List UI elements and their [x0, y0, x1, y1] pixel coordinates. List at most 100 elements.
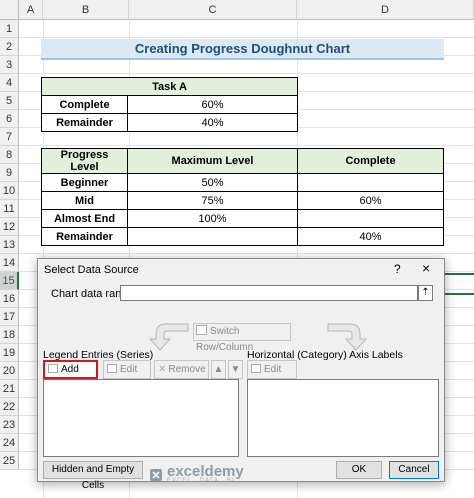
- row-header[interactable]: 8: [0, 146, 19, 164]
- table-row: Almost End 100%: [41, 209, 444, 228]
- axis-edit-label: Edit: [264, 364, 282, 375]
- watermark-tagline: EXCEL · DATA · BI: [167, 478, 235, 484]
- table-row: Beginner 50%: [41, 173, 444, 192]
- gridline: [19, 253, 474, 254]
- row-header[interactable]: 2: [0, 38, 19, 56]
- legend-toolbar: Add Edit ✕ Remove ▲ ▼: [43, 360, 243, 379]
- sheet-title: Creating Progress Doughnut Chart: [41, 39, 444, 60]
- collapse-dialog-button[interactable]: ⇡: [418, 285, 433, 301]
- progress-max[interactable]: 50%: [127, 173, 298, 192]
- row-header[interactable]: 18: [0, 326, 19, 344]
- progress-header-level[interactable]: Progress Level: [41, 148, 128, 174]
- gridline: [19, 73, 474, 74]
- watermark: exceldemy EXCEL · DATA · BI: [149, 463, 244, 485]
- row-header[interactable]: 12: [0, 218, 19, 236]
- progress-complete[interactable]: 40%: [297, 227, 444, 246]
- progress-label[interactable]: Beginner: [41, 173, 128, 192]
- ok-button[interactable]: OK: [336, 461, 382, 479]
- switch-row-column-button[interactable]: Switch Row/Column: [193, 323, 291, 353]
- edit-label: Edit: [120, 364, 138, 375]
- row-header[interactable]: 13: [0, 236, 19, 254]
- hidden-empty-cells-button[interactable]: Hidden and Empty Cells: [43, 461, 143, 491]
- move-up-icon: ▲: [213, 364, 224, 375]
- remove-icon: ✕: [158, 364, 167, 375]
- row-header[interactable]: 4: [0, 74, 19, 92]
- chart-border-line: [445, 273, 474, 275]
- column-header-c[interactable]: C: [129, 0, 297, 20]
- gridline: [19, 37, 474, 38]
- progress-label[interactable]: Remainder: [41, 227, 128, 246]
- task-label-remainder[interactable]: Remainder: [41, 113, 128, 132]
- add-label: Add: [61, 364, 79, 375]
- move-down-button[interactable]: ▼: [228, 360, 243, 379]
- row-header[interactable]: 1: [0, 20, 19, 38]
- progress-max[interactable]: [127, 227, 298, 246]
- row-header[interactable]: 16: [0, 290, 19, 308]
- row-header[interactable]: 24: [0, 434, 19, 452]
- edit-axis-button[interactable]: Edit: [247, 360, 297, 379]
- table-row: Complete 60%: [41, 95, 298, 114]
- select-data-source-dialog: Select Data Source ? × Chart data range:…: [37, 258, 445, 491]
- progress-header-max[interactable]: Maximum Level: [127, 148, 298, 174]
- remove-label: Remove: [168, 364, 206, 375]
- progress-header-complete[interactable]: Complete: [297, 148, 444, 174]
- row-header[interactable]: 6: [0, 110, 19, 128]
- row-header[interactable]: 7: [0, 128, 19, 146]
- row-header[interactable]: 22: [0, 398, 19, 416]
- row-header[interactable]: 5: [0, 92, 19, 110]
- row-header[interactable]: 19: [0, 344, 19, 362]
- add-series-button[interactable]: Add: [43, 360, 98, 379]
- select-all-corner[interactable]: [0, 0, 19, 20]
- collapse-icon: ⇡: [421, 287, 430, 298]
- progress-label[interactable]: Mid: [41, 191, 128, 210]
- chart-border-line: [445, 293, 474, 295]
- row-header[interactable]: 9: [0, 164, 19, 182]
- progress-max[interactable]: 75%: [127, 191, 298, 210]
- progress-label[interactable]: Almost End: [41, 209, 128, 228]
- task-label-complete[interactable]: Complete: [41, 95, 128, 114]
- progress-complete[interactable]: [297, 173, 444, 192]
- progress-table: Progress Level Maximum Level Complete Be…: [41, 148, 444, 246]
- edit-icon: [107, 364, 117, 373]
- task-table-header[interactable]: Task A: [41, 77, 298, 96]
- axis-labels-list[interactable]: [247, 379, 439, 457]
- move-down-icon: ▼: [230, 364, 241, 375]
- column-header-d[interactable]: D: [297, 0, 474, 20]
- row-header[interactable]: 14: [0, 254, 19, 272]
- row-header[interactable]: 17: [0, 308, 19, 326]
- legend-entries-list[interactable]: [43, 379, 239, 457]
- row-header[interactable]: 10: [0, 182, 19, 200]
- progress-max[interactable]: 100%: [127, 209, 298, 228]
- chart-range-input[interactable]: [120, 285, 418, 301]
- column-header-a[interactable]: A: [19, 0, 43, 20]
- exceldemy-logo-icon: [150, 469, 162, 481]
- row-header[interactable]: 15: [0, 272, 19, 290]
- task-value-complete[interactable]: 60%: [127, 95, 298, 114]
- row-header[interactable]: 11: [0, 200, 19, 218]
- gridline: [19, 145, 474, 146]
- row-header[interactable]: 23: [0, 416, 19, 434]
- column-header-b[interactable]: B: [43, 0, 129, 20]
- row-header[interactable]: 21: [0, 380, 19, 398]
- row-header[interactable]: 20: [0, 362, 19, 380]
- task-value-remainder[interactable]: 40%: [127, 113, 298, 132]
- row-header[interactable]: 3: [0, 56, 19, 74]
- watermark-name: exceldemy: [167, 463, 244, 480]
- switch-left-arrow-icon: [148, 323, 189, 351]
- move-up-button[interactable]: ▲: [211, 360, 226, 379]
- edit-series-button[interactable]: Edit: [103, 360, 151, 379]
- add-icon: [48, 364, 58, 373]
- dialog-title: Select Data Source: [44, 264, 139, 276]
- close-icon[interactable]: ×: [422, 260, 430, 276]
- remove-series-button[interactable]: ✕ Remove: [154, 360, 209, 379]
- cancel-button[interactable]: Cancel: [389, 461, 439, 479]
- help-icon[interactable]: ?: [394, 262, 401, 276]
- task-table: Task A Complete 60% Remainder 40%: [41, 77, 298, 132]
- edit-icon: [251, 364, 261, 373]
- progress-complete[interactable]: [297, 209, 444, 228]
- row-header[interactable]: 25: [0, 452, 19, 470]
- switch-right-arrow-icon: [327, 323, 368, 351]
- table-row: Mid 75% 60%: [41, 191, 444, 210]
- table-row: Remainder 40%: [41, 113, 298, 132]
- progress-complete[interactable]: 60%: [297, 191, 444, 210]
